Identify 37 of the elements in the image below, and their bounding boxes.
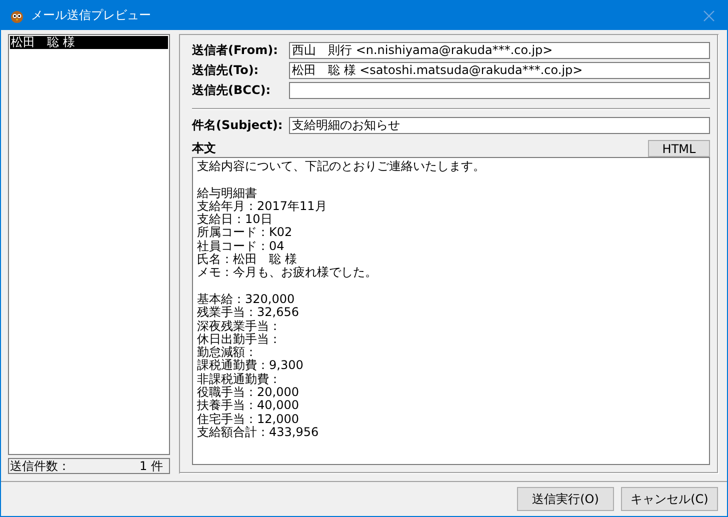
body-line: 所属コード：K02 bbox=[197, 226, 294, 240]
input-field[interactable] bbox=[289, 82, 710, 98]
body-line: 休日出勤手当： bbox=[197, 332, 282, 346]
count-value: 1 件 bbox=[140, 459, 163, 473]
body-line: メモ：今月も、お疲れ様でした。 bbox=[197, 266, 378, 280]
window-title: メール送信プレビュー bbox=[31, 7, 152, 24]
field-label: 送信先(To): bbox=[192, 62, 260, 78]
body-line: 支給内容について、下記のとおりご連絡いたします。 bbox=[197, 160, 486, 174]
input-field[interactable]: 松田 聡 様 <satoshi.matsuda@rakuda***.co.jp> bbox=[289, 62, 710, 78]
body-line: 給与明細書 bbox=[197, 186, 258, 200]
body-line: 役職手当：20,000 bbox=[197, 386, 300, 400]
body-field[interactable] bbox=[192, 157, 710, 465]
field-label: 送信者(From): bbox=[192, 42, 279, 58]
input-field[interactable]: 西山 則行 <n.nishiyama@rakuda***.co.jp> bbox=[289, 42, 710, 58]
dialog-button[interactable]: 送信実行(O) bbox=[517, 487, 614, 511]
body-line: 支給額合計：433,956 bbox=[197, 426, 320, 440]
body-label: 本文 bbox=[192, 140, 217, 157]
recipient-item[interactable]: 松田 聡 様 bbox=[10, 36, 168, 49]
count-label: 送信件数： bbox=[10, 459, 70, 473]
body-line: 残業手当：32,656 bbox=[197, 306, 300, 320]
field-label: 送信先(BCC): bbox=[192, 82, 272, 98]
body-line: 基本給：320,000 bbox=[197, 292, 296, 306]
recipient-list[interactable]: 松田 聡 様 bbox=[8, 34, 170, 455]
body-line: 支給日：10日 bbox=[197, 213, 274, 226]
body-line: 勤怠減額： bbox=[197, 346, 258, 360]
body-line: 課税通勤費：9,300 bbox=[197, 359, 304, 373]
html-button[interactable]: HTML bbox=[648, 140, 710, 157]
body-line: 支給年月：2017年11月 bbox=[197, 200, 328, 213]
body-line: 住宅手当：12,000 bbox=[197, 412, 300, 426]
body-line: 氏名：松田 聡 様 bbox=[197, 253, 297, 266]
body-line: 社員コード：04 bbox=[197, 240, 286, 253]
subject-field[interactable]: 支給明細のお知らせ bbox=[289, 116, 710, 134]
field-label: 件名(Subject): bbox=[192, 116, 284, 134]
body-line: 深夜残業手当： bbox=[197, 320, 282, 333]
dialog-button[interactable]: キャンセル(C) bbox=[621, 487, 718, 511]
body-line: 非課税通勤費： bbox=[197, 372, 282, 386]
body-line: 扶養手当：40,000 bbox=[197, 399, 300, 412]
